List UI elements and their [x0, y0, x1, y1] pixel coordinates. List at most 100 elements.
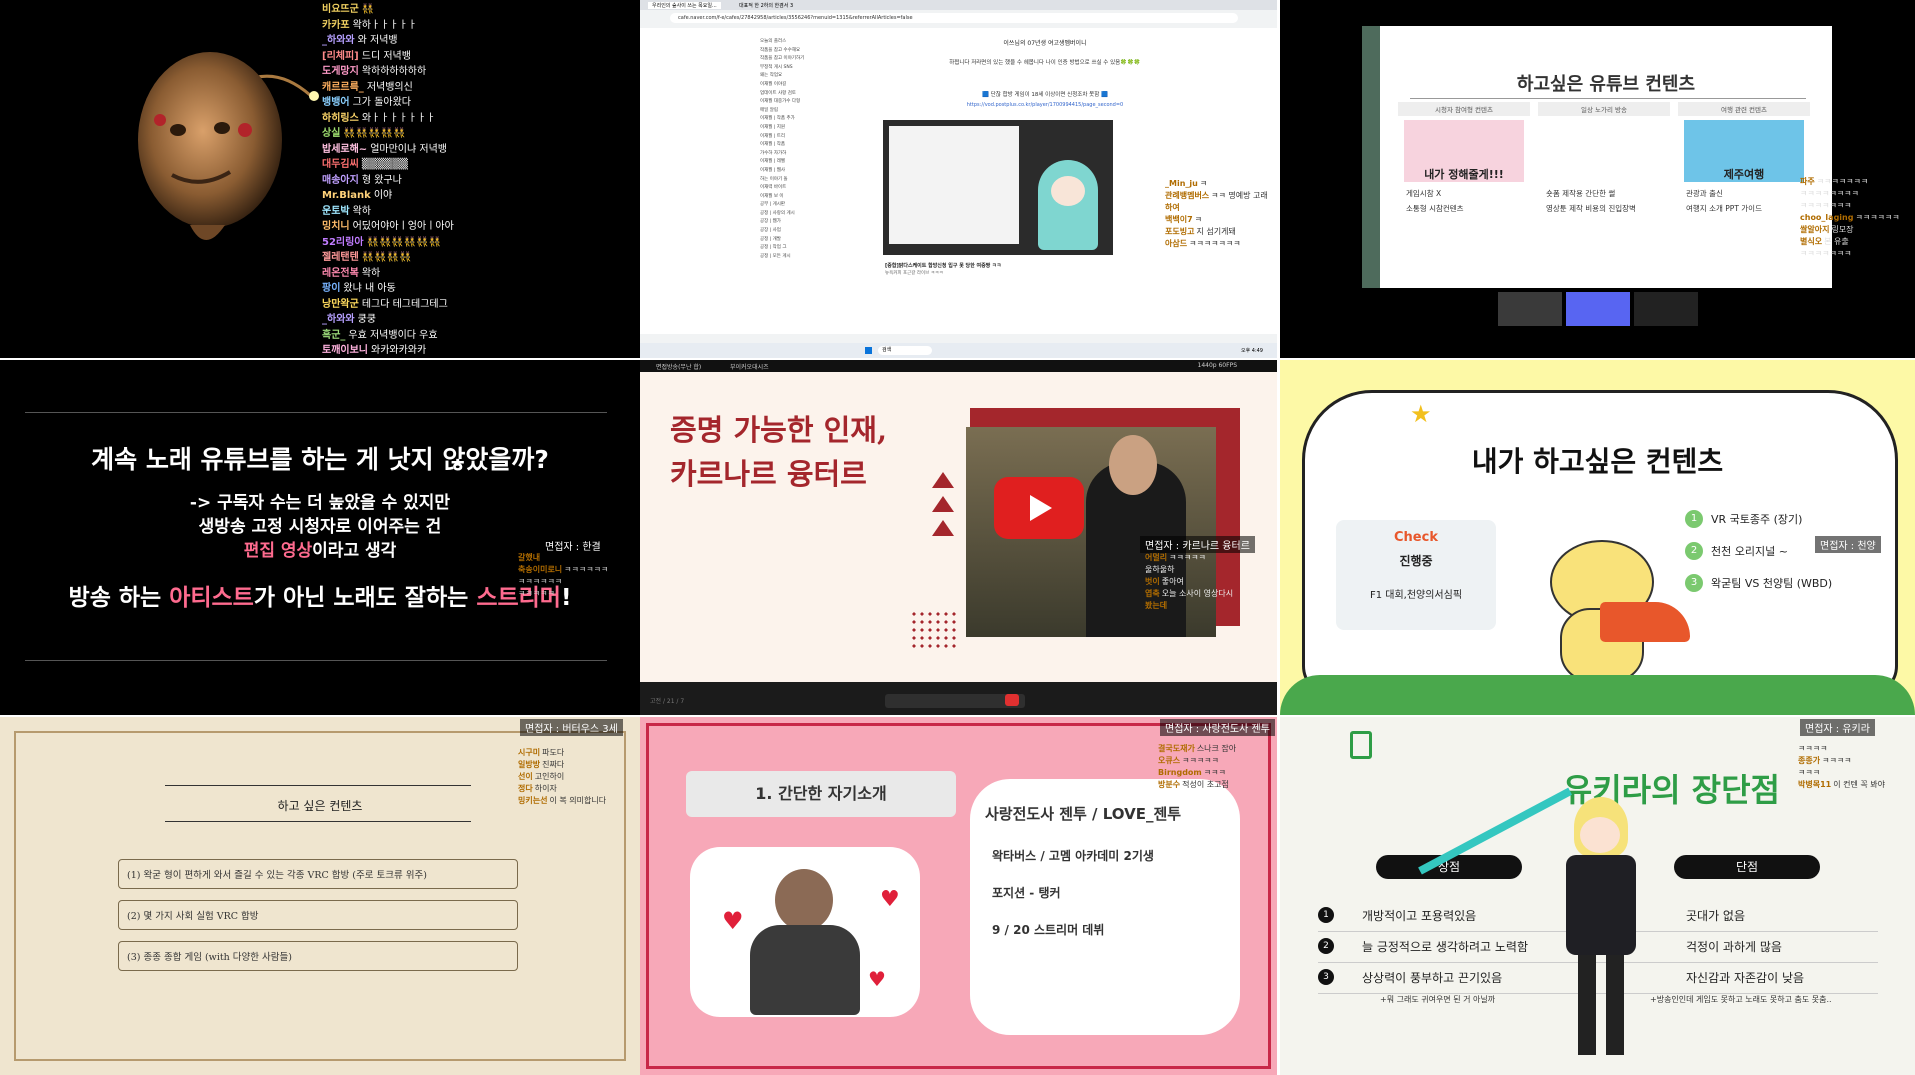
chat-username[interactable]: 52리링아 [322, 237, 364, 248]
chat-username[interactable]: 낭만왁군 [322, 299, 359, 310]
sidebar-item[interactable]: 매일 알림 [760, 107, 860, 116]
chat-username[interactable]: 상실 [322, 128, 340, 139]
sidebar-item[interactable]: 왜는 작업요 [760, 72, 860, 81]
sidebar-item[interactable]: 공정 | 작업 그 [760, 244, 860, 253]
chat-username[interactable]: 젤레탠텐 [322, 252, 359, 263]
sidebar-item[interactable]: 공부 | 게시판 [760, 201, 860, 210]
dots-decoration [910, 610, 956, 650]
chat-username[interactable]: 선이 [518, 772, 533, 781]
link-url[interactable]: https://vod.postplus.co.kr/player/170099… [895, 102, 1195, 108]
chat-username[interactable]: 벗이 [1145, 577, 1160, 586]
chat-username[interactable]: 하히링스 [322, 113, 359, 124]
chat-log: 시구미 파도다 일방방 진짜다 선이 고인하이 정다 하이자 밍키는선 이 복 의미합니다 [518, 747, 638, 807]
chat-username[interactable]: 뱅뱅어 [322, 97, 350, 108]
chat-message: 매송아지 형 왔구나 [322, 173, 454, 189]
browser-tab[interactable]: 대표적 한 2하의 한겸서 3 [735, 2, 797, 9]
chat-username[interactable]: 밥세로해~ [322, 144, 367, 155]
chat-username[interactable]: choo_laging [1800, 213, 1853, 222]
chat-username[interactable]: 백백이7 [1165, 215, 1193, 224]
sidebar-item[interactable]: 이재월 | 트리 [760, 133, 860, 142]
chat-username[interactable]: _Min_ju [1165, 179, 1198, 188]
sidebar-item[interactable]: 작품을 참고 이야기하기 [760, 55, 860, 64]
chat-username[interactable]: 매송아지 [322, 175, 359, 186]
control-bar[interactable] [885, 694, 1025, 708]
taskbar-search[interactable]: 검색 [878, 346, 932, 355]
chat-username[interactable]: 별식오 [1800, 237, 1822, 246]
sidebar-item[interactable]: 작품을 참고 수수해요 [760, 47, 860, 56]
chat-username[interactable]: 오큐스 [1158, 756, 1180, 765]
chat-username[interactable]: 토깨이보니 [322, 345, 368, 356]
chat-username[interactable]: 어멀리 [1145, 553, 1167, 562]
chat-username[interactable]: 레온전복 [322, 268, 359, 279]
chat-username[interactable]: 시구미 [518, 748, 540, 757]
chat-username[interactable]: 정다 [518, 784, 533, 793]
video-embed[interactable] [883, 120, 1113, 255]
chat-username[interactable]: 하여 [1165, 203, 1180, 212]
panel-browser-share: 우리인의 숲사이 쓰는 목요일... 대표적 한 2하의 한겸서 3 cafe.… [640, 0, 1277, 358]
sidebar-item[interactable]: 공정 | 모든 게시 [760, 253, 860, 262]
taskbar-clock: 오후 4:49 [1240, 348, 1263, 354]
chat-username[interactable]: 운토박 [322, 206, 350, 217]
chat-username[interactable]: 밍치니 [322, 221, 350, 232]
sidebar-item[interactable]: 업데이트 사항 검토 [760, 90, 860, 99]
chat-text: 왁하 [361, 267, 381, 279]
sidebar-item[interactable]: 이재월 보 이 [760, 193, 860, 202]
chat-username[interactable]: 대두김씨 [322, 159, 359, 170]
sidebar-item[interactable]: 오늘의 플러스 [760, 38, 860, 47]
chat-username[interactable]: 흑군_ [322, 330, 345, 341]
sidebar-item[interactable]: 공장 | 웹가 [760, 218, 860, 227]
chat-username[interactable]: 축송이미로니 [518, 565, 562, 574]
chat-username[interactable]: 포도빙고 [1165, 227, 1194, 236]
bio-list: 왁타버스 / 고멤 아카데미 2기생 포지션 - 탱커 9 / 20 스트리머 데뷔 [992, 847, 1242, 958]
chat-username[interactable]: 밍키는선 [518, 796, 547, 805]
chat-username[interactable]: 관례뱅멤버스 [1165, 191, 1209, 200]
chat-username[interactable]: 종종가 [1798, 756, 1820, 765]
sidebar-item[interactable]: 이재월 | 웹사 [760, 167, 860, 176]
youtube-icon [994, 477, 1084, 539]
chat-username[interactable]: 일방방 [518, 760, 540, 769]
sidebar-item[interactable]: 공정 | 개발 [760, 236, 860, 245]
chat-username[interactable]: 파주 [1800, 177, 1815, 186]
sidebar-item[interactable]: 이재력 바이트 [760, 184, 860, 193]
sidebar-item[interactable]: 가수하 자가하 [760, 150, 860, 159]
sidebar-item[interactable]: 공장 | 사업 [760, 227, 860, 236]
chat-username[interactable]: 갈했내 [518, 553, 540, 562]
chat-username[interactable]: 비요뜨군 [322, 4, 359, 15]
chat-text: ㅋㅋㅋㅋㅋ [1182, 756, 1219, 765]
sidebar-item[interactable]: 이재월 이야길 [760, 81, 860, 90]
chat-username[interactable]: 팡이 [322, 283, 340, 294]
chat-message: 밍키는선 이 복 의미합니다 [518, 795, 638, 807]
chat-username[interactable]: 캐르르륵_ [322, 82, 364, 93]
sidebar-item[interactable]: 부정적 게시 SNS [760, 64, 860, 73]
discord-icon[interactable] [1566, 292, 1630, 326]
sidebar-item[interactable]: 이재월 대중가수 다형 [760, 98, 860, 107]
chat-username[interactable]: 카카포 [322, 20, 350, 31]
chat-username[interactable]: 결국도재가 [1158, 744, 1195, 753]
chat-username[interactable]: 방분수 [1158, 780, 1180, 789]
windows-icon[interactable] [865, 347, 872, 354]
heart-icon: ♥ [868, 967, 886, 991]
sidebar-item[interactable]: 이재월 | 작품 [760, 141, 860, 150]
chat-username[interactable]: 아삼드 [1165, 239, 1187, 248]
chat-username[interactable]: Mr.Blank [322, 190, 371, 201]
sidebar-item[interactable]: 공정 | 사랑의 게시 [760, 210, 860, 219]
chat-username[interactable]: 박병목11 [1798, 780, 1831, 789]
chat-username[interactable]: 엽축 [1145, 589, 1160, 598]
address-bar[interactable]: cafe.naver.com/f-e/cafes/27842958/articl… [670, 13, 1238, 23]
sidebar-item[interactable]: 하는 이야기 돌 [760, 176, 860, 185]
sidebar-item[interactable]: 이재월 | 작품 추가 [760, 115, 860, 124]
pro-text: 개방적이고 포용력있음 [1362, 909, 1477, 923]
chat-username[interactable]: 봤는데 [1145, 601, 1167, 610]
browser-tab[interactable]: 우리인의 숲사이 쓰는 목요일... [648, 2, 721, 9]
chat-username[interactable]: _하와와 [322, 35, 355, 46]
end-call-button[interactable] [1005, 694, 1019, 706]
sidebar-item[interactable]: 이재월 | 레벨 [760, 158, 860, 167]
slide-canvas: 증명 가능한 인재, 카르나르 융터르 [640, 372, 1277, 682]
chat-username[interactable]: [리체피] [322, 51, 359, 62]
chat-text: 👯👯👯👯👯 [343, 128, 406, 139]
chat-username[interactable]: Birngdom [1158, 768, 1202, 777]
chat-username[interactable]: _하와와 [322, 314, 355, 325]
chat-username[interactable]: 쌀알아지 [1800, 225, 1829, 234]
sidebar-item[interactable]: 이재월 | 지원 [760, 124, 860, 133]
chat-username[interactable]: 도게망지 [322, 66, 359, 77]
